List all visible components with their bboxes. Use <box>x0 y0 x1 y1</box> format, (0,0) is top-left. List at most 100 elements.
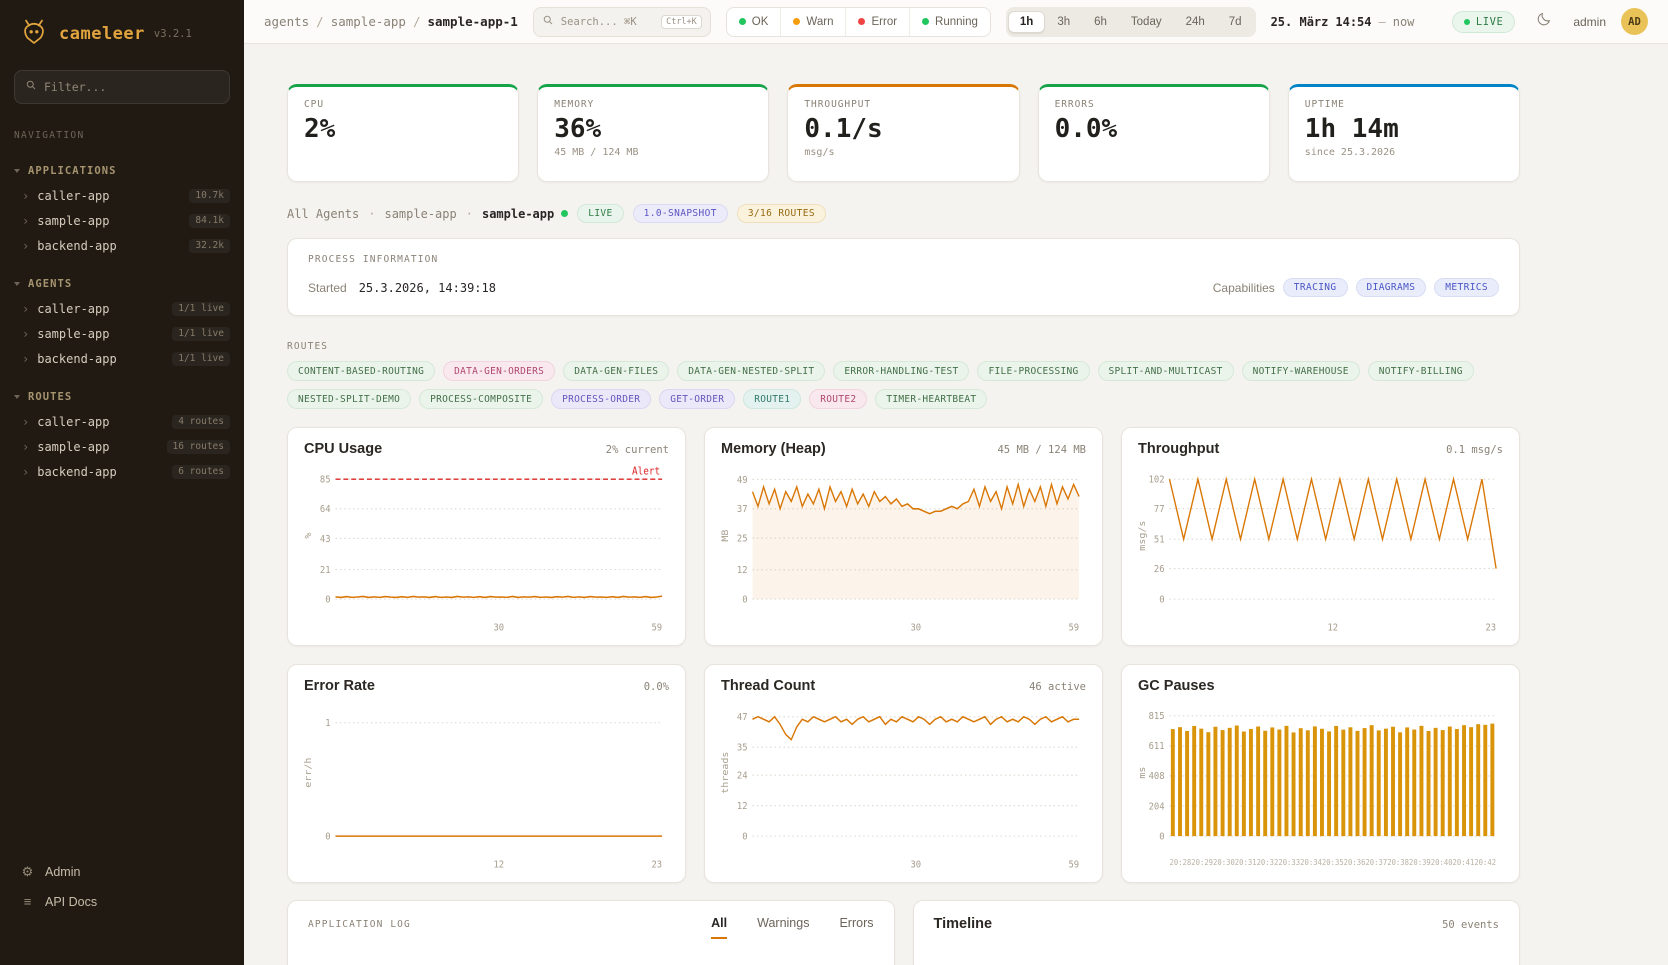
svg-text:85: 85 <box>320 474 331 486</box>
route-badge[interactable]: PROCESS-ORDER <box>551 389 651 409</box>
metric-value: 0.1/s <box>804 114 1002 144</box>
error-rate-chart: 01err/h1223 <box>304 698 669 874</box>
section-header-applications[interactable]: APPLICATIONS <box>0 159 244 183</box>
navigation-label: NAVIGATION <box>0 112 244 145</box>
route-badge[interactable]: GET-ORDER <box>659 389 735 409</box>
time-range-6h[interactable]: 6h <box>1082 11 1119 33</box>
route-badge[interactable]: TIMER-HEARTBEAT <box>875 389 987 409</box>
svg-text:0: 0 <box>325 594 331 606</box>
time-range-7d[interactable]: 7d <box>1217 11 1254 33</box>
dark-mode-toggle[interactable] <box>1530 8 1558 36</box>
chevron-right-icon: › <box>22 215 29 227</box>
status-filter-ok[interactable]: OK <box>727 8 782 36</box>
sidebar-item-application-backend-app[interactable]: › backend-app 32.2k <box>0 233 244 258</box>
route-badge[interactable]: ROUTE2 <box>809 389 867 409</box>
time-range-3h[interactable]: 3h <box>1045 11 1082 33</box>
route-badge[interactable]: FILE-PROCESSING <box>977 361 1089 381</box>
svg-text:23: 23 <box>651 859 662 871</box>
version-badge: 1.0-SNAPSHOT <box>633 204 728 223</box>
dashboard-content: CPU 2% MEMORY 36% 45 MB / 124 MB THROUGH… <box>244 44 1668 965</box>
item-label: caller-app <box>37 302 109 316</box>
filter-input[interactable] <box>44 80 219 94</box>
docs-icon: ≡ <box>20 894 35 909</box>
sample-app-link[interactable]: sample-app <box>384 207 456 221</box>
sidebar-item-agent-caller-app[interactable]: › caller-app 1/1 live <box>0 296 244 321</box>
datetime-range-control[interactable]: 25. März 14:54 — now <box>1271 15 1415 29</box>
route-badge[interactable]: ERROR-HANDLING-TEST <box>833 361 969 381</box>
sidebar-item-routes-caller-app[interactable]: › caller-app 4 routes <box>0 409 244 434</box>
tab-errors[interactable]: Errors <box>839 916 873 939</box>
status-filter-error[interactable]: Error <box>846 8 910 36</box>
sidebar-item-agent-sample-app[interactable]: › sample-app 1/1 live <box>0 321 244 346</box>
dot-separator: · <box>466 207 473 221</box>
route-badge[interactable]: NESTED-SPLIT-DEMO <box>287 389 411 409</box>
route-badge[interactable]: PROCESS-COMPOSITE <box>419 389 543 409</box>
started-label: Started <box>308 281 347 295</box>
moon-icon <box>1536 11 1552 32</box>
time-range-today[interactable]: Today <box>1119 11 1174 33</box>
chart-current-value: 0.1 msg/s <box>1446 444 1503 456</box>
sidebar-footer: ⚙ Admin ≡ API Docs <box>0 850 244 965</box>
svg-text:12: 12 <box>493 859 504 871</box>
time-range-1h[interactable]: 1h <box>1008 11 1045 33</box>
sidebar-item-application-caller-app[interactable]: › caller-app 10.7k <box>0 183 244 208</box>
all-agents-link[interactable]: All Agents <box>287 207 359 221</box>
svg-text:21: 21 <box>320 564 331 576</box>
section-title: APPLICATIONS <box>28 165 116 177</box>
section-header-agents[interactable]: AGENTS <box>0 272 244 296</box>
api-docs-link[interactable]: ≡ API Docs <box>20 894 224 909</box>
dot-separator: · <box>368 207 375 221</box>
metric-label: THROUGHPUT <box>804 99 1002 110</box>
time-label: 14:54 <box>1335 15 1371 29</box>
breadcrumb-agents[interactable]: agents <box>264 14 309 29</box>
chart-title: Memory (Heap) <box>721 441 826 457</box>
route-badge[interactable]: SPLIT-AND-MULTICAST <box>1098 361 1234 381</box>
svg-text:51: 51 <box>1154 534 1165 546</box>
route-badge[interactable]: NOTIFY-WAREHOUSE <box>1242 361 1360 381</box>
tab-all[interactable]: All <box>711 916 727 939</box>
time-range-24h[interactable]: 24h <box>1174 11 1217 33</box>
capability-badge-diagrams: DIAGRAMS <box>1356 278 1427 297</box>
status-filter-running[interactable]: Running <box>910 8 990 36</box>
sidebar-item-agent-backend-app[interactable]: › backend-app 1/1 live <box>0 346 244 371</box>
sidebar-item-application-sample-app[interactable]: › sample-app 84.1k <box>0 208 244 233</box>
metric-sub: since 25.3.2026 <box>1305 147 1503 158</box>
route-badge[interactable]: DATA-GEN-NESTED-SPLIT <box>677 361 825 381</box>
tab-warnings[interactable]: Warnings <box>757 916 809 939</box>
route-badge[interactable]: DATA-GEN-ORDERS <box>443 361 555 381</box>
svg-text:43: 43 <box>320 533 331 545</box>
svg-text:59: 59 <box>1068 622 1079 634</box>
route-badge[interactable]: ROUTE1 <box>743 389 801 409</box>
route-badge[interactable]: CONTENT-BASED-ROUTING <box>287 361 435 381</box>
metric-card-cpu: CPU 2% <box>287 84 519 182</box>
status-dot-error <box>858 18 865 25</box>
section-header-routes[interactable]: ROUTES <box>0 385 244 409</box>
avatar[interactable]: AD <box>1621 8 1648 35</box>
route-badge[interactable]: NOTIFY-BILLING <box>1368 361 1474 381</box>
metric-value: 36% <box>554 114 752 144</box>
metric-value: 1h 14m <box>1305 114 1503 144</box>
status-filter-warn[interactable]: Warn <box>781 8 846 36</box>
admin-link[interactable]: ⚙ Admin <box>20 864 224 880</box>
chart-current-value: 45 MB / 124 MB <box>997 444 1086 456</box>
logo-row[interactable]: cameleer v3.2.1 <box>0 0 244 64</box>
global-search[interactable]: Ctrl+K <box>533 7 711 37</box>
capability-badge-tracing: TRACING <box>1283 278 1348 297</box>
caret-down-icon <box>14 282 20 286</box>
item-label: sample-app <box>37 440 109 454</box>
svg-text:59: 59 <box>1068 859 1079 871</box>
metric-sub: 45 MB / 124 MB <box>554 147 752 158</box>
sidebar-item-routes-backend-app[interactable]: › backend-app 6 routes <box>0 459 244 484</box>
breadcrumb-sample-app[interactable]: sample-app <box>331 14 406 29</box>
application-log-card: APPLICATION LOG All Warnings Errors <box>287 900 895 965</box>
svg-text:59: 59 <box>651 622 662 634</box>
sidebar-item-routes-sample-app[interactable]: › sample-app 16 routes <box>0 434 244 459</box>
chart-title: GC Pauses <box>1138 678 1215 694</box>
sidebar-filter[interactable] <box>14 70 230 104</box>
user-menu[interactable]: admin <box>1573 15 1606 29</box>
search-input[interactable] <box>561 16 654 28</box>
status-filter-group: OK Warn Error Running <box>726 7 991 37</box>
live-toggle[interactable]: LIVE <box>1452 11 1515 33</box>
route-badge[interactable]: DATA-GEN-FILES <box>563 361 669 381</box>
chevron-right-icon: › <box>22 416 29 428</box>
